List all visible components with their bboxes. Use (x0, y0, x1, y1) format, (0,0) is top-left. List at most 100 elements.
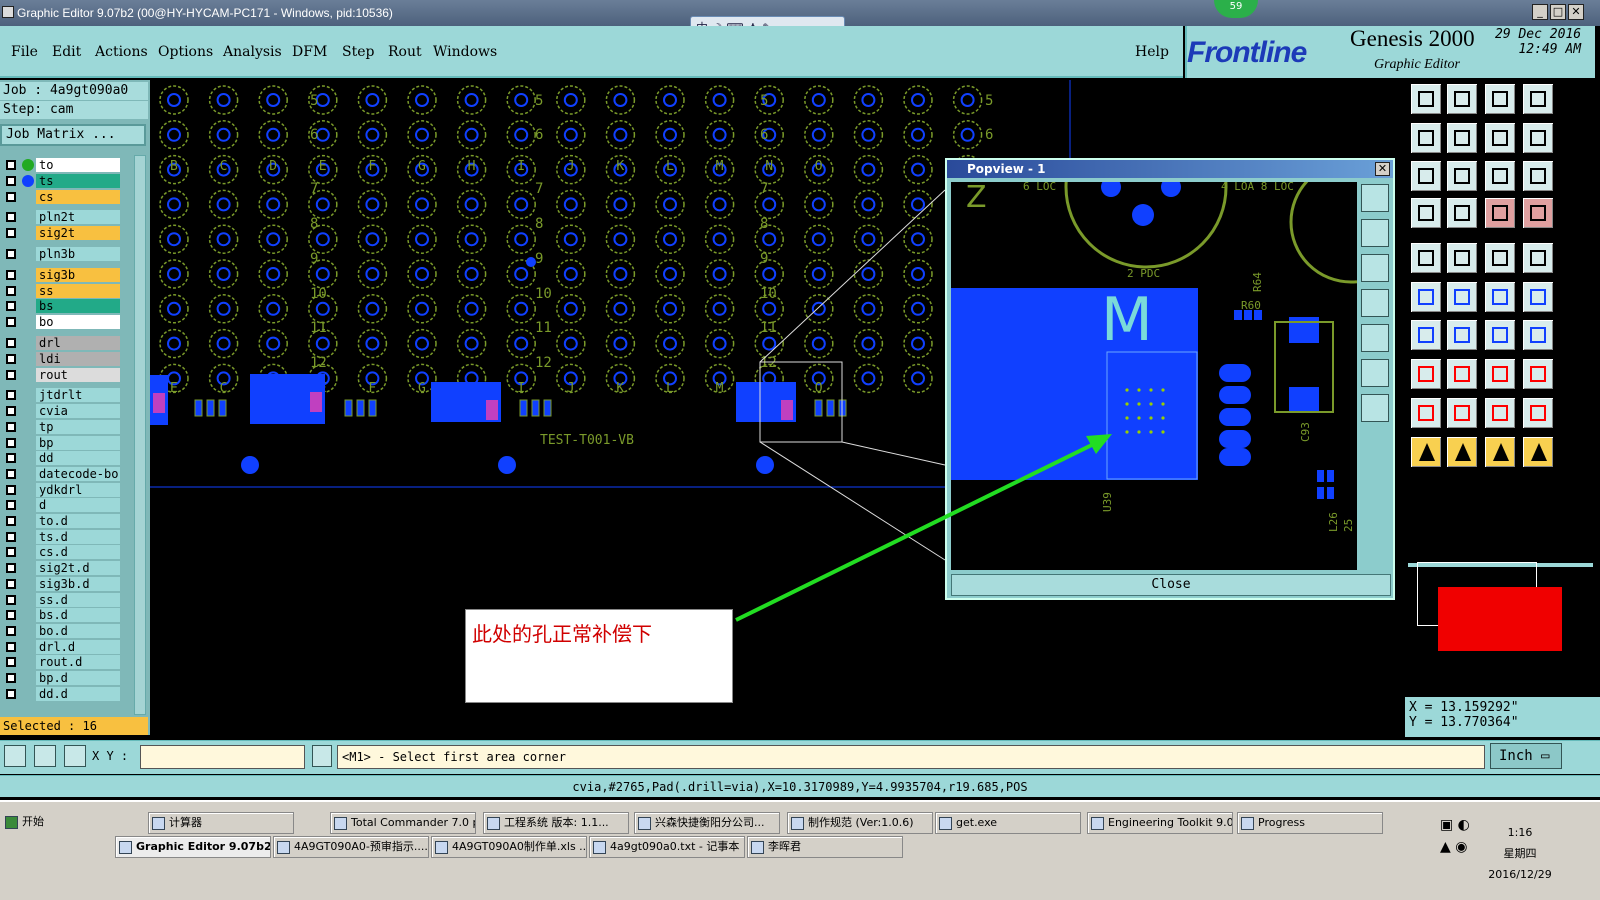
layer-row[interactable]: sig2t.d (4, 561, 120, 576)
layer-row[interactable]: drl (4, 336, 120, 350)
layer-row[interactable]: pln3b (4, 247, 120, 261)
layer-row[interactable]: cvia (4, 404, 120, 419)
layer-checkbox[interactable] (6, 301, 16, 312)
tool-button[interactable] (1521, 82, 1555, 116)
layer-row[interactable]: to (4, 158, 120, 172)
popview-tool-button[interactable] (1361, 394, 1389, 422)
layer-row[interactable]: dd (4, 451, 120, 466)
tool-button[interactable] (1483, 318, 1517, 352)
tool-button[interactable] (1409, 318, 1443, 352)
popview-tool-button[interactable] (1361, 254, 1389, 282)
layer-checkbox[interactable] (6, 500, 16, 511)
menu-edit[interactable]: Edit (52, 44, 81, 60)
layer-row[interactable]: sig2t (4, 226, 120, 241)
taskbar-button[interactable]: 计算器 (148, 812, 294, 834)
popview-tool-button[interactable] (1361, 219, 1389, 247)
popview-tool-button[interactable] (1361, 289, 1389, 317)
menu-step[interactable]: Step (342, 44, 374, 60)
tool-button[interactable] (1409, 357, 1443, 391)
layer-checkbox[interactable] (6, 353, 16, 364)
layer-row[interactable]: ts (4, 173, 120, 188)
layer-checkbox[interactable] (6, 369, 16, 380)
taskbar-button[interactable]: 李晖君 (747, 836, 903, 858)
popview-viewport[interactable]: 6 LOC 4 LOA 8 LOC 2 PDC Z M R64 R60 C93 … (951, 182, 1357, 570)
taskbar-button[interactable]: 制作规范 (Ver:1.0.6) (787, 812, 933, 834)
layer-row[interactable]: ts.d (4, 529, 120, 544)
layer-checkbox[interactable] (6, 673, 16, 683)
taskbar-button[interactable]: 4A9GT090A0制作单.xls ... (431, 836, 587, 858)
tool-button[interactable] (1445, 196, 1479, 230)
popview-tool-button[interactable] (1361, 359, 1389, 387)
tool-button[interactable] (1521, 241, 1555, 275)
menu-actions[interactable]: Actions (95, 44, 148, 60)
popview-close-x[interactable]: ✕ (1375, 162, 1390, 176)
layer-row[interactable]: ldi (4, 351, 120, 366)
layer-row[interactable]: tp (4, 419, 120, 434)
taskbar-button[interactable]: 4A9GT090A0-预审指示.... (273, 836, 429, 858)
layer-checkbox[interactable] (6, 547, 16, 558)
tool-button[interactable] (1409, 159, 1443, 193)
grid-tool-button[interactable] (64, 745, 86, 767)
tool-button[interactable] (1445, 82, 1479, 116)
input-toggle-button[interactable] (312, 745, 332, 767)
layer-checkbox[interactable] (6, 484, 16, 495)
minimize-button[interactable]: _ (1532, 4, 1548, 20)
taskbar-button[interactable]: 兴森快捷衡阳分公司... (634, 812, 780, 834)
popview-close-button[interactable]: Close (951, 574, 1391, 596)
menu-analysis[interactable]: Analysis (223, 44, 282, 60)
tool-button[interactable] (1409, 396, 1443, 430)
layer-checkbox[interactable] (6, 625, 16, 636)
close-button[interactable]: ✕ (1568, 4, 1584, 20)
layer-checkbox[interactable] (6, 212, 16, 223)
tool-button[interactable] (1445, 280, 1479, 314)
layer-checkbox[interactable] (6, 578, 16, 589)
layer-checkbox[interactable] (6, 269, 16, 280)
layer-checkbox[interactable] (6, 688, 16, 699)
layer-row[interactable]: sig3b (4, 267, 120, 282)
tool-button[interactable] (1445, 241, 1479, 275)
layer-checkbox[interactable] (6, 657, 16, 668)
layer-row[interactable]: ss (4, 283, 120, 298)
layer-scrollbar[interactable] (134, 155, 146, 715)
layer-checkbox[interactable] (6, 390, 16, 401)
menu-dfm[interactable]: DFM (292, 44, 327, 60)
tool-button[interactable] (1445, 318, 1479, 352)
popview-tool-button[interactable] (1361, 324, 1389, 352)
tool-button[interactable] (1445, 121, 1479, 155)
tool-button[interactable] (1521, 396, 1555, 430)
layer-row[interactable]: sig3b.d (4, 576, 120, 591)
layer-checkbox[interactable] (6, 175, 16, 186)
layer-checkbox[interactable] (6, 594, 16, 605)
layer-checkbox[interactable] (6, 249, 16, 259)
layer-row[interactable]: bp.d (4, 671, 120, 685)
layer-checkbox[interactable] (6, 563, 16, 574)
tool-button[interactable] (1521, 357, 1555, 391)
taskbar-button[interactable]: Total Commander 7.0 p... (330, 812, 476, 834)
tool-button[interactable] (1409, 121, 1443, 155)
menu-rout[interactable]: Rout (388, 44, 422, 60)
tool-button[interactable] (1483, 82, 1517, 116)
tool-button[interactable] (1445, 435, 1479, 469)
layer-row[interactable]: bs (4, 299, 120, 314)
tool-button[interactable] (1521, 280, 1555, 314)
tool-button[interactable] (1521, 196, 1555, 230)
layer-checkbox[interactable] (6, 191, 16, 202)
layer-checkbox[interactable] (6, 421, 16, 432)
tray-icons[interactable]: ▣ ◐ ▲ ◉ (1440, 814, 1484, 864)
taskbar-button[interactable]: Progress (1237, 812, 1383, 834)
layer-row[interactable]: to.d (4, 514, 120, 528)
tool-button[interactable] (1483, 241, 1517, 275)
menu-file[interactable]: File (11, 44, 38, 60)
taskbar-button[interactable]: 工程系统 版本: 1.1... (483, 812, 629, 834)
layer-row[interactable]: bp (4, 435, 120, 450)
layer-checkbox[interactable] (6, 160, 16, 170)
layer-checkbox[interactable] (6, 285, 16, 296)
layer-row[interactable]: cs.d (4, 545, 120, 560)
layer-row[interactable]: datecode-bo (4, 466, 120, 481)
snap-tool-button[interactable] (4, 745, 26, 767)
layer-checkbox[interactable] (6, 516, 16, 526)
layer-row[interactable]: jtdrlt (4, 388, 120, 403)
popview-tool-button[interactable] (1361, 184, 1389, 212)
tool-button[interactable] (1483, 121, 1517, 155)
tool-button[interactable] (1521, 318, 1555, 352)
